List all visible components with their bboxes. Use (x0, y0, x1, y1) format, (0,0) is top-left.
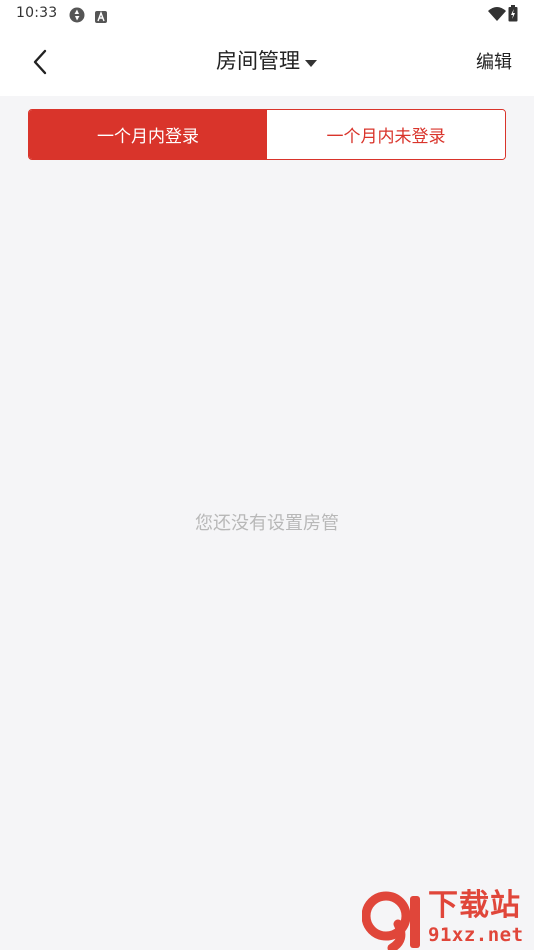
status-bar: 10:33 (0, 0, 534, 28)
watermark-url: 91xz.net (428, 924, 524, 946)
status-time: 10:33 (16, 5, 58, 21)
watermark-title: 下载站 (428, 888, 521, 923)
page-title: 房间管理 (216, 49, 300, 73)
tab-not-logged-in-month[interactable]: 一个月内未登录 (267, 110, 505, 159)
a-badge-icon (95, 8, 107, 27)
watermark-logo-icon (362, 891, 420, 950)
empty-state-message: 您还没有设置房管 (195, 513, 339, 534)
tab-logged-in-month[interactable]: 一个月内登录 (29, 110, 267, 159)
wifi-icon (488, 6, 506, 26)
watermark: 下载站 91xz.net (362, 888, 534, 950)
page-title-dropdown[interactable]: 房间管理 (0, 47, 534, 75)
app-header: 房间管理 编辑 (0, 28, 534, 96)
caret-down-icon (304, 47, 318, 75)
edit-button[interactable]: 编辑 (476, 48, 512, 74)
login-filter-tabs: 一个月内登录 一个月内未登录 (28, 109, 506, 160)
battery-icon (508, 5, 518, 26)
sync-icon (68, 6, 86, 28)
